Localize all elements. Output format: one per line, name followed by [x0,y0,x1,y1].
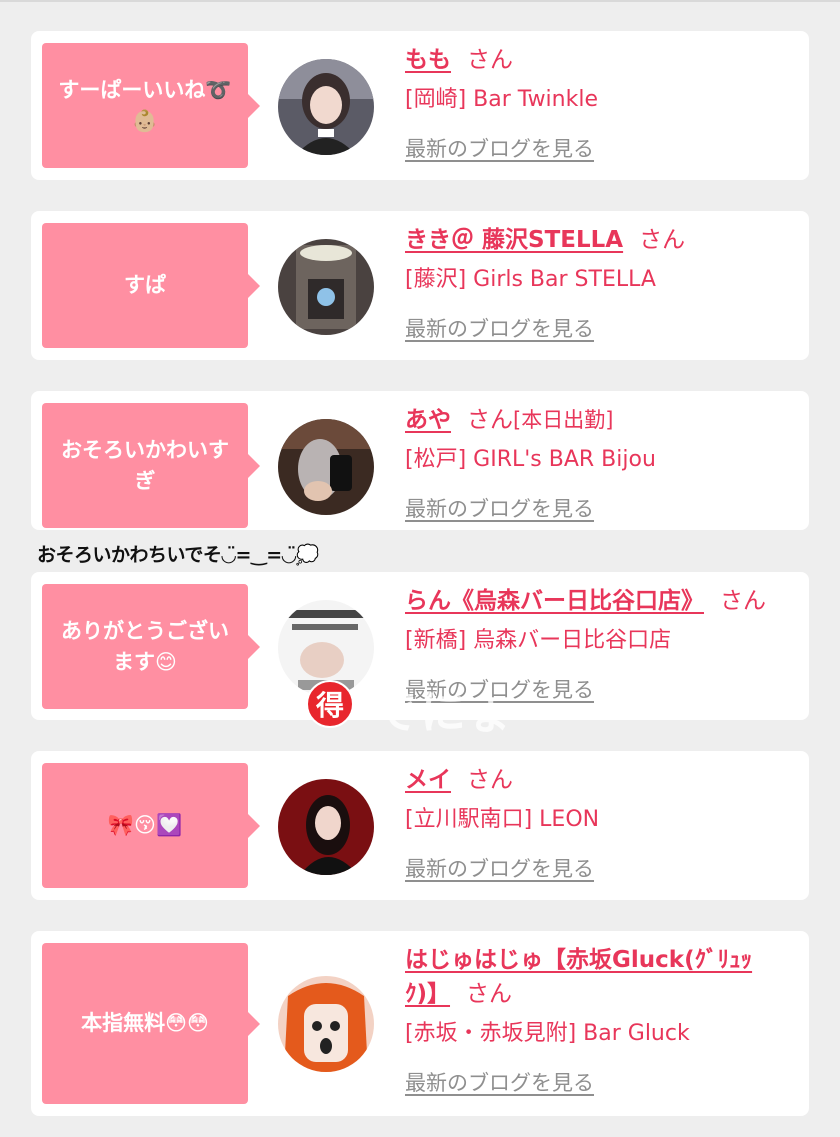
latest-blog-link[interactable]: 最新のブログを見る [405,133,594,163]
cast-name-link[interactable]: メイ [405,767,451,793]
reply-card: おそろいかわいすぎ あや さん[本日出勤] [松戸] GIRL's BAR Bij… [31,391,809,530]
cast-name-link[interactable]: らん《烏森バー日比谷口店》 [405,588,704,614]
honorific: さん [467,47,513,73]
comment-bubble: すぱ [42,223,260,348]
shop-label: [立川駅南口] LEON [405,807,600,832]
honorific: さん [720,588,766,614]
comment-bubble: ありがとうございます😊 [42,584,260,709]
latest-blog-link[interactable]: 最新のブログを見る [405,313,594,343]
honorific: さん [467,407,513,433]
comment-text: すーぱーいいね➰👶🏼 [58,77,232,133]
overlay-caption: おそろいかわちいでそ◡̈=‿=◡̈💭 [37,544,319,566]
comment-text: 本指無料😳😳 [81,1011,209,1035]
status-badge: [本日出勤] [513,408,614,432]
reply-card: 🎀😚💟 メイ さん [立川駅南口] LEON 最新のブログを見る [31,751,809,900]
comment-text: 🎀😚💟 [107,813,183,837]
latest-blog-link[interactable]: 最新のブログを見る [405,1067,594,1097]
honorific: さん [639,227,686,253]
reply-card: 本指無料😳😳 はじゅはじゅ【赤坂Gluck(ｸﾞﾘｭｯｸ)】 さん [赤坂・赤坂見… [31,931,809,1116]
toku-badge: 得 [306,680,354,728]
comment-bubble: 🎀😚💟 [42,763,260,888]
watermark: でにょ [372,685,516,739]
cast-name-link[interactable]: きき＠ 藤沢STELLA [405,227,623,253]
reply-card: すぱ きき＠ 藤沢STELLA さん [藤沢] Girls Bar STELLA … [31,211,809,360]
shop-label: [新橋] 烏森バー日比谷口店 [405,628,672,653]
comment-text: おそろいかわいすぎ [61,437,229,493]
comment-text: すぱ [124,273,166,297]
comment-bubble: すーぱーいいね➰👶🏼 [42,43,260,168]
honorific: さん [466,981,513,1007]
top-divider [0,0,840,2]
cast-name-link[interactable]: はじゅはじゅ【赤坂Gluck(ｸﾞﾘｭｯｸ)】 [405,947,752,1007]
avatar[interactable] [278,419,374,515]
avatar[interactable] [278,976,374,1072]
shop-label: [赤坂・赤坂見附] Bar Gluck [405,1021,690,1046]
avatar[interactable] [278,59,374,155]
reply-card: すーぱーいいね➰👶🏼 もも さん [岡崎] Bar Twinkle 最新のブログを… [31,31,809,180]
comment-text: ありがとうございます😊 [61,618,229,674]
shop-label: [岡崎] Bar Twinkle [405,87,599,112]
shop-label: [藤沢] Girls Bar STELLA [405,267,656,292]
avatar[interactable] [278,239,374,335]
comment-bubble: おそろいかわいすぎ [42,403,260,528]
cast-name-link[interactable]: もも [405,47,451,73]
avatar[interactable] [278,779,374,875]
comment-bubble: 本指無料😳😳 [42,943,260,1104]
honorific: さん [467,767,513,793]
latest-blog-link[interactable]: 最新のブログを見る [405,853,594,883]
latest-blog-link[interactable]: 最新のブログを見る [405,493,594,523]
shop-label: [松戸] GIRL's BAR Bijou [405,447,656,472]
cast-name-link[interactable]: あや [405,407,451,433]
